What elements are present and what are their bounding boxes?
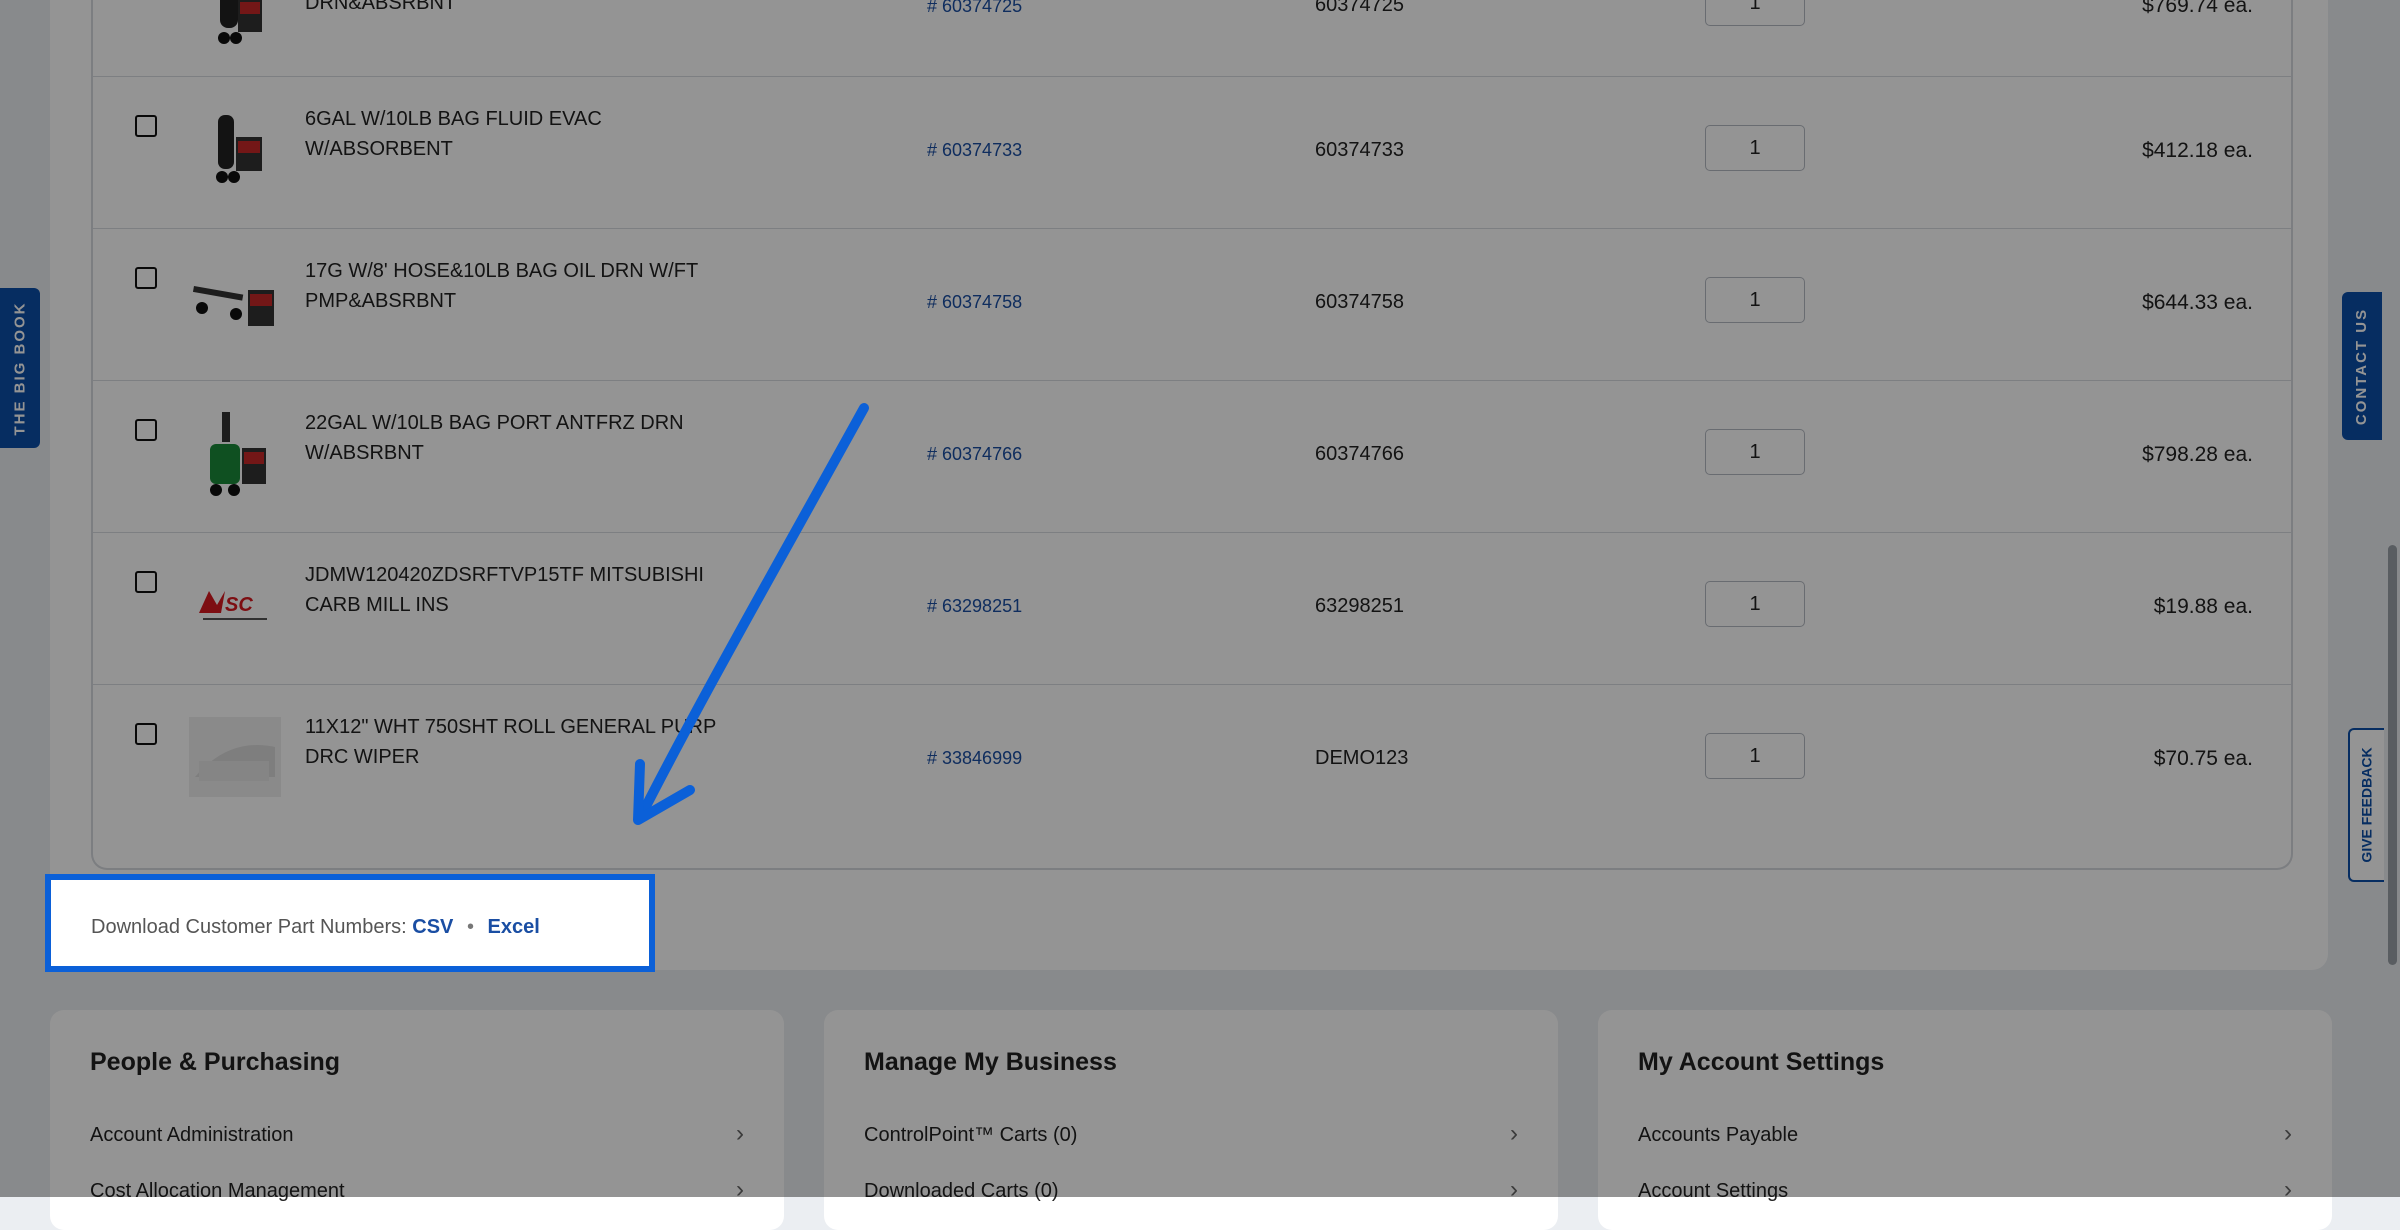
give-feedback-tab[interactable]: GIVE FEEDBACK [2348, 728, 2384, 882]
customer-part-number: 60374766 [1315, 443, 1404, 465]
chevron-right-icon: › [1510, 1176, 1518, 1203]
row-checkbox[interactable] [135, 723, 157, 745]
product-description: JDMW120420ZDSRFTVP15TF MITSUBISHI CARB M… [305, 564, 704, 616]
unit-price: $798.28 ea. [2142, 443, 2253, 466]
accounts-payable-link[interactable]: Accounts Payable [1638, 1124, 1798, 1147]
contact-us-tab[interactable]: CONTACT US [2342, 292, 2382, 440]
download-part-numbers-box: Download Customer Part Numbers: CSV • Ex… [45, 874, 655, 972]
row-checkbox[interactable] [135, 115, 157, 137]
big-book-tab[interactable]: THE BIG BOOK [0, 288, 40, 448]
card-title: My Account Settings [1638, 1048, 1885, 1076]
chevron-right-icon: › [736, 1120, 744, 1147]
csv-download-link[interactable]: CSV [412, 916, 453, 938]
controlpoint-carts-link[interactable]: ControlPoint™ Carts (0) [864, 1124, 1077, 1147]
unit-price: $769.74 ea. [2142, 0, 2253, 17]
customer-part-number: 60374733 [1315, 139, 1404, 161]
product-description: 17G W/8' HOSE&10LB BAG OIL DRN W/FT PMP&… [305, 260, 698, 312]
product-description: 25GAL HD W/10LB BAG SLF-EVAC OIL DRN&ABS… [305, 0, 457, 14]
quantity-input[interactable]: 1 [1705, 429, 1805, 475]
product-thumbnail [189, 255, 281, 347]
quantity-input[interactable]: 1 [1705, 125, 1805, 171]
unit-price: $19.88 ea. [2153, 595, 2253, 618]
product-description: 6GAL W/10LB BAG FLUID EVAC W/ABSORBENT [305, 108, 602, 160]
scrollbar-thumb[interactable] [2388, 545, 2397, 965]
chevron-right-icon: › [736, 1176, 744, 1203]
item-number-link[interactable]: # 60374733 [927, 140, 1022, 161]
give-feedback-label: GIVE FEEDBACK [2359, 747, 2375, 863]
row-checkbox[interactable] [135, 419, 157, 441]
account-settings-link[interactable]: Account Settings [1638, 1180, 1788, 1203]
unit-price: $644.33 ea. [2142, 291, 2253, 314]
product-thumbnail [189, 407, 281, 499]
customer-part-number: 63298251 [1315, 595, 1404, 617]
customer-part-number: 60374725 [1315, 0, 1404, 16]
row-checkbox[interactable] [135, 571, 157, 593]
contact-us-label: CONTACT US [2353, 307, 2371, 425]
msc-logo: SC [189, 559, 281, 651]
table-row: 6GAL W/10LB BAG FLUID EVAC W/ABSORBENT #… [93, 76, 2291, 229]
unit-price: $412.18 ea. [2142, 139, 2253, 162]
chevron-right-icon: › [1510, 1120, 1518, 1147]
excel-download-link[interactable]: Excel [488, 916, 540, 938]
product-description: 11X12" WHT 750SHT ROLL GENERAL PURP DRC … [305, 716, 716, 768]
item-number-link[interactable]: # 60374758 [927, 292, 1022, 313]
card-title: Manage My Business [864, 1048, 1117, 1076]
product-thumbnail [189, 711, 281, 803]
downloaded-carts-link[interactable]: Downloaded Carts (0) [864, 1180, 1059, 1203]
big-book-label: THE BIG BOOK [11, 300, 29, 436]
table-row: 11X12" WHT 750SHT ROLL GENERAL PURP DRC … [93, 684, 2291, 837]
table-row: SC JDMW120420ZDSRFTVP15TF MITSUBISHI CAR… [93, 532, 2291, 685]
cart-items-table: 25GAL HD W/10LB BAG SLF-EVAC OIL DRN&ABS… [91, 0, 2293, 870]
customer-part-number: 60374758 [1315, 291, 1404, 313]
people-purchasing-card: People & Purchasing Account Administrati… [50, 1010, 784, 1230]
table-row: 22GAL W/10LB BAG PORT ANTFRZ DRN W/ABSRB… [93, 380, 2291, 533]
separator-dot: • [466, 916, 474, 938]
row-checkbox[interactable] [135, 267, 157, 289]
quantity-input[interactable]: 1 [1705, 277, 1805, 323]
download-part-numbers: Download Customer Part Numbers: CSV • Ex… [91, 916, 540, 939]
item-number-link[interactable]: # 60374725 [927, 0, 1022, 17]
quantity-input[interactable]: 1 [1705, 733, 1805, 779]
manage-business-card: Manage My Business ControlPoint™ Carts (… [824, 1010, 1558, 1230]
item-number-link[interactable]: # 60374766 [927, 444, 1022, 465]
table-row: 17G W/8' HOSE&10LB BAG OIL DRN W/FT PMP&… [93, 228, 2291, 381]
customer-part-number: DEMO123 [1315, 747, 1409, 769]
card-title: People & Purchasing [90, 1048, 341, 1076]
item-number-link[interactable]: # 63298251 [927, 596, 1022, 617]
product-thumbnail [189, 103, 281, 195]
quantity-input[interactable]: 1 [1705, 0, 1805, 26]
account-settings-card: My Account Settings Accounts Payable › A… [1598, 1010, 2332, 1230]
unit-price: $70.75 ea. [2153, 747, 2253, 770]
account-administration-link[interactable]: Account Administration [90, 1124, 293, 1147]
product-description: 22GAL W/10LB BAG PORT ANTFRZ DRN W/ABSRB… [305, 412, 684, 464]
chevron-right-icon: › [2284, 1176, 2292, 1203]
item-number-link[interactable]: # 33846999 [927, 748, 1022, 769]
svg-text:SC: SC [225, 594, 253, 616]
download-label: Download Customer Part Numbers: [91, 916, 407, 938]
quantity-input[interactable]: 1 [1705, 581, 1805, 627]
product-thumbnail [189, 0, 281, 56]
cost-allocation-link[interactable]: Cost Allocation Management [90, 1180, 345, 1203]
chevron-right-icon: › [2284, 1120, 2292, 1147]
